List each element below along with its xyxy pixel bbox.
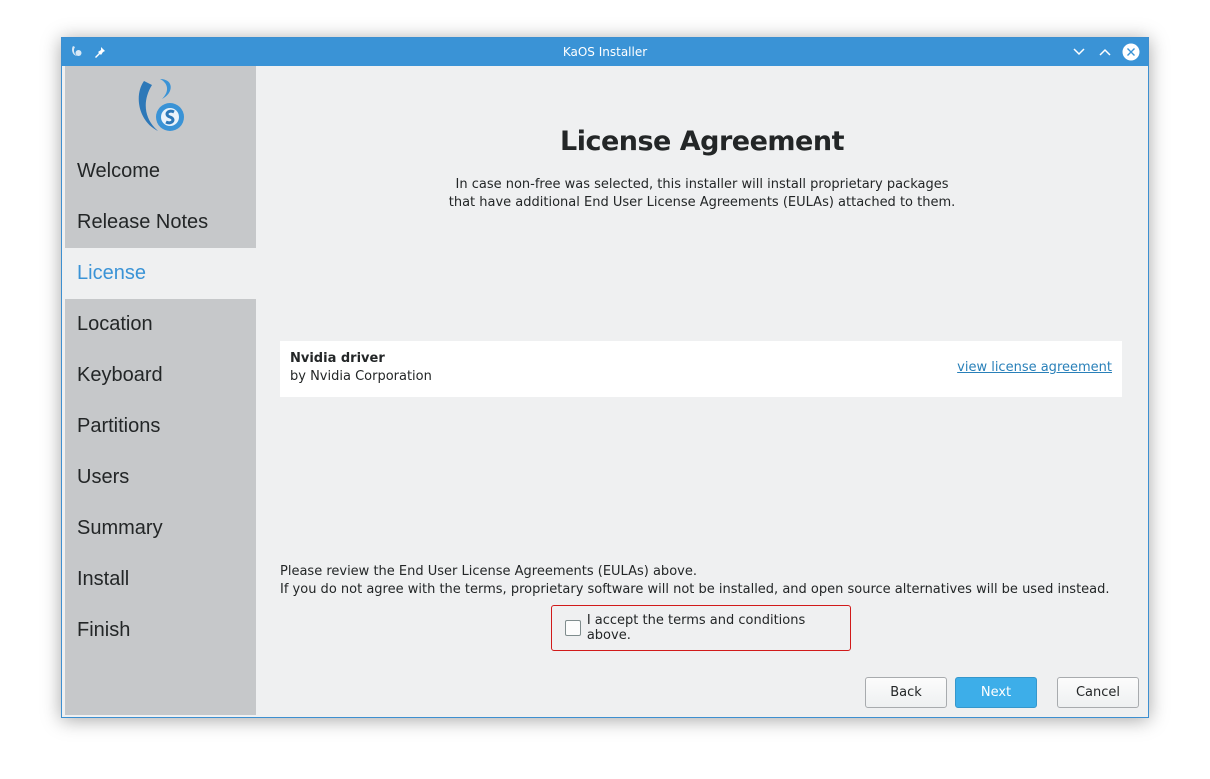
chevron-down-icon [1073,48,1085,56]
license-page: License Agreement In case non-free was s… [256,66,1148,717]
installer-window: KaOS Installer Welcome Release Notes Lic… [61,37,1149,718]
window-title: KaOS Installer [562,45,648,59]
package-card: Nvidia driver by Nvidia Corporation view… [280,341,1122,397]
accept-terms-checkbox[interactable] [565,620,581,636]
page-title: License Agreement [559,126,845,157]
app-icon[interactable] [70,43,84,62]
intro-line-1: In case non-free was selected, this inst… [455,177,949,192]
accept-terms-container: I accept the terms and conditions above. [551,605,851,651]
view-license-link[interactable]: view license agreement [957,360,1112,375]
review-line-1: Please review the End User License Agree… [280,564,697,579]
sidebar-item-location[interactable]: Location [65,299,256,350]
minimize-button[interactable] [1070,43,1088,61]
review-line-2: If you do not agree with the terms, prop… [280,582,1110,597]
sidebar-item-install[interactable]: Install [65,554,256,605]
sidebar-item-summary[interactable]: Summary [65,503,256,554]
sidebar-item-welcome[interactable]: Welcome [65,146,256,197]
kaos-logo [65,66,256,146]
maximize-button[interactable] [1096,43,1114,61]
title-bar[interactable]: KaOS Installer [62,38,1148,66]
sidebar-item-license[interactable]: License [65,248,256,299]
accept-terms-label[interactable]: I accept the terms and conditions above. [587,613,850,643]
back-button[interactable]: Back [865,677,947,708]
sidebar-item-finish[interactable]: Finish [65,605,256,656]
sidebar-item-users[interactable]: Users [65,452,256,503]
cancel-button[interactable]: Cancel [1057,677,1139,708]
sidebar: Welcome Release Notes License Location K… [65,66,256,715]
chevron-up-icon [1099,48,1111,56]
sidebar-item-release-notes[interactable]: Release Notes [65,197,256,248]
close-icon [1122,43,1140,61]
review-text: Please review the End User License Agree… [280,563,1110,599]
next-button[interactable]: Next [955,677,1037,708]
pin-icon[interactable] [94,43,106,62]
close-button[interactable] [1122,43,1140,61]
intro-line-2: that have additional End User License Ag… [448,195,956,210]
sidebar-item-keyboard[interactable]: Keyboard [65,350,256,401]
sidebar-item-partitions[interactable]: Partitions [65,401,256,452]
intro-text: In case non-free was selected, this inst… [256,176,1148,212]
